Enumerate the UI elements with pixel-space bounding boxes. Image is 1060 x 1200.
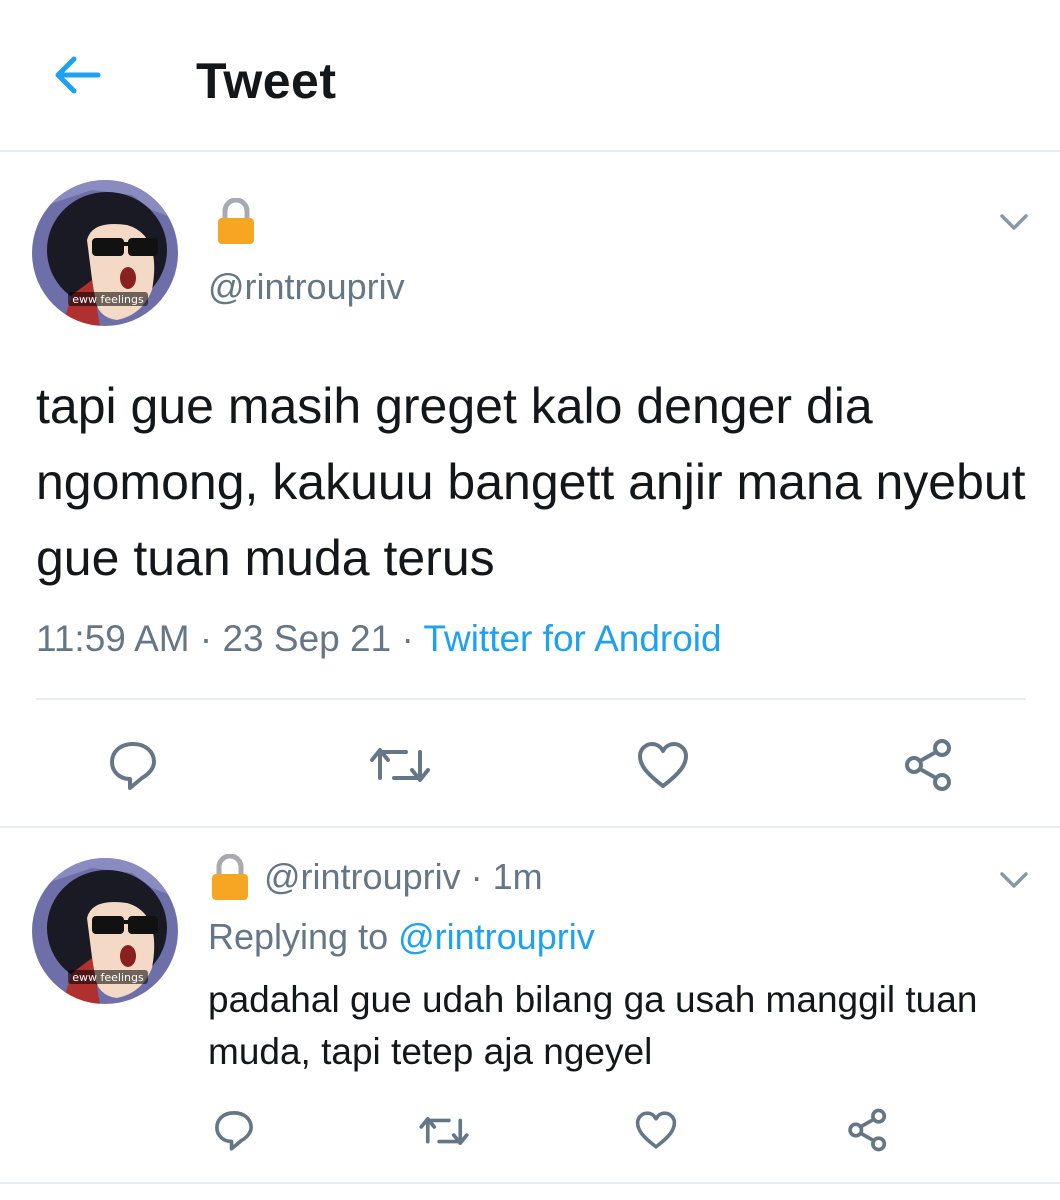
back-button[interactable] (46, 50, 106, 100)
chevron-down-icon[interactable] (996, 868, 1032, 892)
chevron-down-icon[interactable] (996, 210, 1032, 234)
lock-icon (218, 198, 254, 244)
reply-text: padahal gue udah bilang ga usah manggil … (208, 979, 978, 1072)
like-icon[interactable] (634, 1110, 678, 1150)
meta-separator: · (391, 618, 424, 659)
avatar-caption: eww feelings (72, 293, 144, 306)
meta-separator: · (460, 856, 493, 897)
retweet-icon[interactable] (418, 1112, 470, 1150)
tweet-meta: 11:59 AM · 23 Sep 21 · Twitter for Andro… (36, 618, 722, 660)
page-title: Tweet (196, 53, 337, 109)
tweet-date: 23 Sep 21 (222, 618, 392, 659)
reply-icon[interactable] (106, 738, 160, 792)
username-handle[interactable]: @rintroupriv (208, 266, 405, 308)
replying-to-handle[interactable]: @rintroupriv (398, 916, 595, 957)
replying-to: Replying to @rintroupriv (208, 916, 595, 958)
reply-username-handle[interactable]: @rintroupriv (264, 856, 461, 897)
tweet-time: 11:59 AM (36, 618, 190, 659)
tweet-text: tapi gue masih greget kalo denger dia ng… (36, 378, 1026, 586)
replying-to-label: Replying to (208, 916, 399, 957)
arrow-left-icon (55, 56, 101, 94)
top-bar: Tweet (0, 0, 1060, 152)
divider (0, 826, 1060, 828)
tweet-source-link[interactable]: Twitter for Android (423, 618, 721, 659)
reply-header: @rintroupriv · 1m (264, 856, 543, 898)
retweet-icon[interactable] (368, 742, 432, 788)
lock-icon (212, 854, 248, 900)
divider (36, 698, 1026, 700)
reply-time: 1m (492, 856, 543, 897)
meta-separator: · (189, 618, 223, 659)
share-icon[interactable] (902, 738, 956, 792)
avatar[interactable]: eww feelings (32, 180, 178, 326)
divider (0, 1182, 1060, 1184)
like-icon[interactable] (638, 742, 688, 788)
avatar-caption: eww feelings (72, 971, 144, 984)
reply-avatar[interactable]: eww feelings (32, 858, 178, 1004)
reply-icon[interactable] (212, 1108, 256, 1152)
share-icon[interactable] (846, 1108, 890, 1152)
